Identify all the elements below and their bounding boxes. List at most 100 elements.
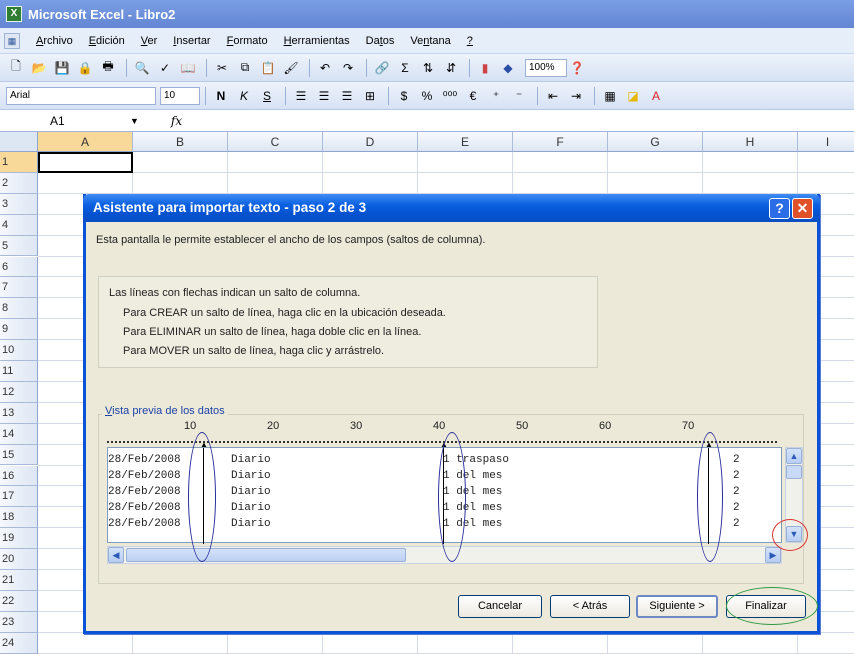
column-break-arrow-icon[interactable]: ▲ [705, 440, 713, 449]
row-header[interactable]: 7 [0, 277, 38, 299]
row-header[interactable]: 10 [0, 340, 38, 361]
horizontal-scroll-thumb[interactable] [126, 548, 406, 562]
column-header[interactable]: H [703, 132, 798, 152]
column-header[interactable]: C [228, 132, 323, 152]
paste-icon[interactable]: 📋 [258, 58, 278, 78]
sort-desc-icon[interactable]: ⇵ [441, 58, 461, 78]
preview-text-area[interactable]: 28/Feb/2008 Diario 1 traspaso 2 28/Feb/2008 D… [107, 440, 782, 544]
row-header[interactable]: 24 [0, 632, 38, 654]
row-header[interactable]: 4 [0, 214, 38, 236]
increase-decimal-icon[interactable]: ⁺ [486, 86, 506, 106]
scroll-left-icon[interactable]: ◀ [108, 547, 124, 563]
save-icon[interactable]: 💾 [52, 58, 72, 78]
row-header[interactable]: 14 [0, 423, 38, 445]
align-right-icon[interactable]: ☰ [337, 86, 357, 106]
row-header[interactable]: 13 [0, 402, 38, 424]
scroll-thumb[interactable] [786, 465, 802, 479]
undo-icon[interactable]: ↶ [315, 58, 335, 78]
column-break-arrow-icon[interactable]: ▲ [200, 440, 208, 449]
column-header[interactable]: D [323, 132, 418, 152]
row-header[interactable]: 18 [0, 507, 38, 529]
next-button[interactable]: Siguiente > [636, 595, 718, 618]
chart-wizard-icon[interactable]: ▮ [475, 58, 495, 78]
open-icon[interactable]: 📂 [29, 58, 49, 78]
menu-item[interactable]: Ventana [402, 35, 458, 47]
workbook-icon[interactable]: ▦ [4, 32, 20, 49]
insert-function-icon[interactable]: fx [171, 114, 182, 128]
back-button[interactable]: < Atrás [550, 595, 630, 618]
row-header[interactable]: 2 [0, 172, 38, 194]
column-break-line[interactable] [708, 448, 709, 544]
excel-app-icon[interactable]: X [6, 6, 22, 22]
font-size-select[interactable]: 10 [160, 86, 200, 105]
row-header[interactable]: 17 [0, 486, 38, 508]
permission-icon[interactable]: 🔒 [75, 58, 95, 78]
menu-item[interactable]: Insertar [165, 35, 218, 47]
decrease-indent-icon[interactable]: ⇤ [543, 86, 563, 106]
menu-item[interactable]: ? [459, 35, 481, 47]
percent-icon[interactable]: % [417, 86, 437, 106]
menu-item[interactable]: Ver [133, 35, 166, 47]
row-header[interactable]: 8 [0, 298, 38, 320]
spelling-icon[interactable]: ✓ [155, 58, 175, 78]
thousands-icon[interactable]: ⁰⁰⁰ [440, 86, 460, 106]
active-cell[interactable] [38, 152, 133, 173]
row-header[interactable]: 12 [0, 381, 38, 403]
column-header[interactable]: F [513, 132, 608, 152]
underline-button[interactable]: S [257, 86, 277, 106]
column-break-arrow-icon[interactable]: ▲ [440, 440, 448, 449]
row-header[interactable]: 21 [0, 570, 38, 591]
bold-button[interactable]: N [211, 86, 231, 106]
column-break-line[interactable] [443, 448, 444, 544]
row-header[interactable]: 22 [0, 590, 38, 612]
row-header[interactable]: 23 [0, 611, 38, 633]
row-header[interactable]: 15 [0, 444, 38, 466]
close-button[interactable]: ✕ [792, 198, 813, 219]
font-color-icon[interactable]: A [646, 86, 666, 106]
align-left-icon[interactable]: ☰ [291, 86, 311, 106]
research-icon[interactable]: 📖 [178, 58, 198, 78]
italic-button[interactable]: K [234, 86, 254, 106]
name-box-dropdown-icon[interactable]: ▼ [130, 116, 139, 126]
scroll-up-icon[interactable]: ▲ [786, 448, 802, 464]
row-header[interactable]: 20 [0, 549, 38, 570]
row-header[interactable]: 19 [0, 528, 38, 550]
column-header[interactable]: I [798, 132, 854, 152]
sort-asc-icon[interactable]: ⇅ [418, 58, 438, 78]
column-header[interactable]: G [608, 132, 703, 152]
name-box[interactable]: A1 [0, 112, 130, 130]
row-header[interactable]: 9 [0, 319, 38, 341]
drawing-icon[interactable]: ◆ [498, 58, 518, 78]
currency-icon[interactable]: $ [394, 86, 414, 106]
menu-item[interactable]: Archivo [28, 35, 81, 47]
decrease-decimal-icon[interactable]: ⁻ [509, 86, 529, 106]
menu-item[interactable]: Formato [219, 35, 276, 47]
horizontal-scrollbar[interactable]: ◀ ▶ [107, 546, 782, 564]
print-icon[interactable]: 🖶 [98, 58, 118, 78]
euro-icon[interactable]: € [463, 86, 483, 106]
help-icon[interactable]: ❓ [567, 58, 587, 78]
font-select[interactable]: Arial [6, 86, 156, 105]
row-header[interactable]: 6 [0, 256, 38, 278]
row-header[interactable]: 3 [0, 193, 38, 215]
scroll-right-icon[interactable]: ▶ [765, 547, 781, 563]
column-header[interactable]: A [38, 132, 133, 152]
zoom-select[interactable]: 100% [525, 58, 567, 77]
menu-item[interactable]: Edición [81, 35, 133, 47]
row-header[interactable]: 1 [0, 152, 38, 173]
merge-center-icon[interactable]: ⊞ [360, 86, 380, 106]
copy-icon[interactable]: ⧉ [235, 58, 255, 78]
borders-icon[interactable]: ▦ [600, 86, 620, 106]
align-center-icon[interactable]: ☰ [314, 86, 334, 106]
redo-icon[interactable]: ↷ [338, 58, 358, 78]
cancel-button[interactable]: Cancelar [458, 595, 542, 618]
help-button[interactable]: ? [769, 198, 790, 219]
increase-indent-icon[interactable]: ⇥ [566, 86, 586, 106]
print-preview-icon[interactable]: 🔍 [132, 58, 152, 78]
row-header[interactable]: 5 [0, 235, 38, 257]
cut-icon[interactable]: ✂ [212, 58, 232, 78]
menu-item[interactable]: Datos [358, 35, 403, 47]
hyperlink-icon[interactable]: 🔗 [372, 58, 392, 78]
select-all-corner[interactable] [0, 132, 38, 152]
menu-item[interactable]: Herramientas [276, 35, 358, 47]
